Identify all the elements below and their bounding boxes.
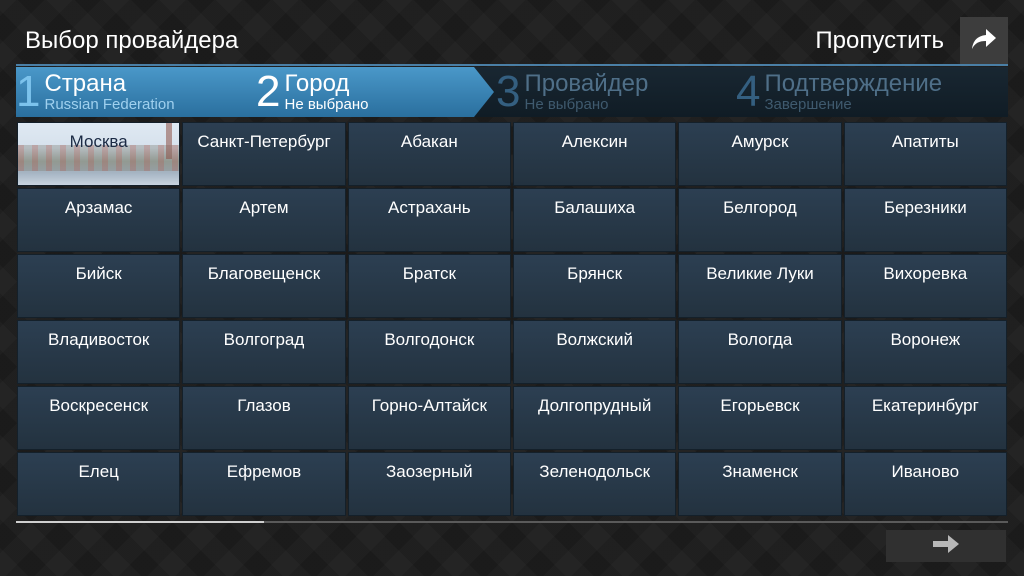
city-tile[interactable]: Егорьевск [678, 386, 842, 450]
city-tile[interactable]: Воскресенск [17, 386, 181, 450]
city-tile[interactable]: Владивосток [17, 320, 181, 384]
city-tile[interactable]: Глазов [182, 386, 346, 450]
city-tile[interactable]: Брянск [512, 254, 677, 318]
arrow-right-icon [931, 533, 961, 560]
step-value: Не выбрано [524, 95, 609, 113]
step-value: Не выбрано [284, 95, 369, 113]
next-button[interactable] [886, 530, 1006, 562]
city-tile[interactable]: Благовещенск [182, 254, 346, 318]
city-tile[interactable]: Березники [843, 188, 1007, 252]
city-tile-selected[interactable]: Москва [17, 122, 181, 186]
step-city[interactable]: 2 Город Не выбрано [256, 67, 368, 117]
city-tile[interactable]: Апатиты [843, 122, 1007, 186]
city-tile[interactable]: Заозерный [347, 452, 511, 516]
header-divider [16, 64, 1008, 66]
city-tile[interactable]: Волгодонск [347, 320, 511, 384]
step-label: Страна [44, 69, 127, 97]
city-tile[interactable]: Екатеринбург [843, 386, 1007, 450]
city-tile[interactable]: Волжский [512, 320, 677, 384]
city-tile[interactable]: Великие Луки [678, 254, 842, 318]
city-tile[interactable]: Арзамас [17, 188, 181, 252]
scrollbar-thumb[interactable] [16, 521, 264, 523]
city-tile[interactable]: Амурск [678, 122, 842, 186]
city-tile[interactable]: Балашиха [512, 188, 677, 252]
city-tile[interactable]: Горно-Алтайск [347, 386, 511, 450]
city-tile[interactable]: Зеленодольск [512, 452, 677, 516]
step-number: 4 [736, 67, 761, 116]
step-country[interactable]: 1 Страна Russian Federation [16, 67, 175, 117]
step-confirmation: 4 Подтверждение Завершение [736, 67, 942, 117]
city-tile[interactable]: Долгопрудный [512, 386, 677, 450]
city-tile[interactable]: Воронеж [843, 320, 1007, 384]
city-tile[interactable]: Белгород [678, 188, 842, 252]
city-tile[interactable]: Волгоград [182, 320, 346, 384]
city-tile[interactable]: Вихоревка [843, 254, 1007, 318]
city-tile[interactable]: Санкт-Петербург [182, 122, 346, 186]
page-title: Выбор провайдера [25, 27, 239, 54]
city-tile[interactable]: Астрахань [347, 188, 511, 252]
skip-link[interactable]: Пропустить [815, 26, 944, 56]
city-photo-tower [166, 123, 172, 159]
city-tile[interactable]: Братск [347, 254, 511, 318]
step-label: Город [284, 69, 350, 97]
city-tile[interactable]: Иваново [843, 452, 1007, 516]
step-label: Провайдер [524, 69, 649, 97]
step-value: Russian Federation [44, 95, 175, 113]
city-tile[interactable]: Знаменск [678, 452, 842, 516]
step-label: Подтверждение [764, 69, 943, 97]
step-number: 1 [16, 67, 41, 116]
share-arrow-icon [971, 28, 997, 55]
city-tile[interactable]: Алексин [512, 122, 677, 186]
step-number: 2 [256, 67, 281, 116]
city-tile[interactable]: Артем [182, 188, 346, 252]
city-tile[interactable]: Вологда [678, 320, 842, 384]
wizard-stepper: 1 Страна Russian Federation 2 Город Не в… [16, 67, 1008, 117]
step-value: Завершение [764, 95, 852, 113]
city-tile[interactable]: Ефремов [182, 452, 346, 516]
city-grid: Москва Санкт-Петербург Абакан Алексин Ам… [17, 122, 1007, 516]
skip-button[interactable] [960, 17, 1008, 65]
horizontal-scrollbar[interactable] [16, 521, 1008, 523]
city-tile[interactable]: Елец [17, 452, 181, 516]
city-tile[interactable]: Абакан [347, 122, 511, 186]
city-name: Москва [69, 132, 128, 151]
step-number: 3 [496, 67, 521, 116]
city-tile[interactable]: Бийск [17, 254, 181, 318]
step-provider: 3 Провайдер Не выбрано [496, 67, 648, 117]
